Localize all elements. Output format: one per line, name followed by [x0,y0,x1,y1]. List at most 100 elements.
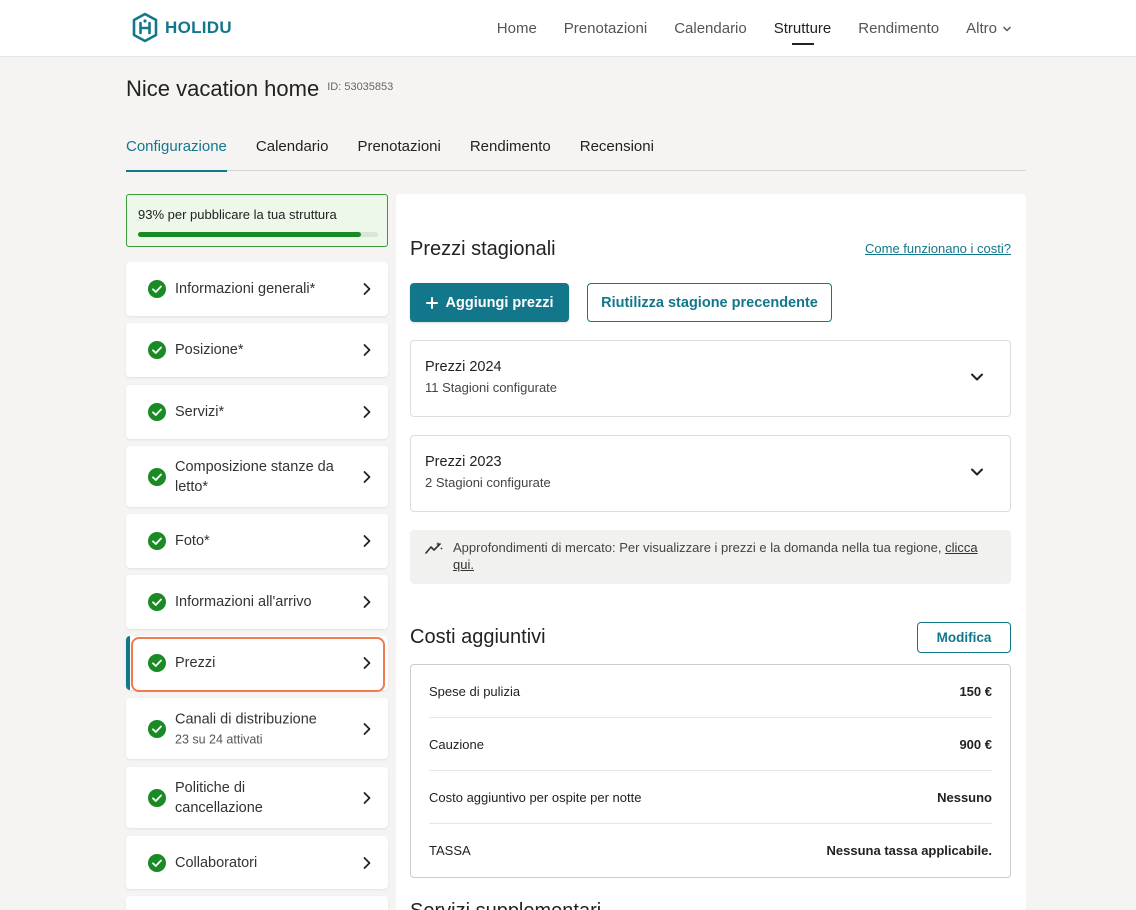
check-circle-icon [148,532,166,550]
button-label: Aggiungi prezzi [445,294,554,311]
property-title: Nice vacation home [126,76,320,101]
cost-label: Cauzione [429,736,484,752]
property-tabs: Configurazione Calendario Prenotazioni R… [126,136,1026,172]
season-card-2023[interactable]: Prezzi 2023 2 Stagioni configurate [410,435,1011,512]
sidebar-item-informazioni-generali[interactable]: Informazioni generali* [126,262,388,316]
season-subtitle: 11 Stagioni configurate [425,380,558,395]
check-circle-icon [148,853,166,872]
nav-prenotazioni[interactable]: Prenotazioni [564,0,647,57]
sidebar-item-collaboratori[interactable]: Collaboratori [126,836,388,889]
main-nav: Home Prenotazioni Calendario Strutture R… [497,0,1012,57]
cost-value: Nessuno [937,789,992,805]
sidebar-item-label: Prezzi [175,655,216,671]
tab-recensioni[interactable]: Recensioni [580,136,654,171]
progress-bar [138,232,378,237]
sidebar-item-servizi[interactable]: Servizi* [126,385,388,439]
top-navigation-bar: HOLIDU Home Prenotazioni Calendario Stru… [0,0,1136,57]
next-section-title: Servizi supplementari [410,900,601,910]
sidebar-item-prezzi[interactable]: Prezzi [126,636,388,690]
chevron-right-icon [363,722,371,735]
chevron-right-icon [363,283,371,295]
nav-rendimento[interactable]: Rendimento [858,0,939,57]
sidebar-item-label: Collaboratori [175,854,258,871]
sidebar-item-informazioni-arrivo[interactable]: Informazioni all'arrivo [126,575,388,629]
insight-message: Approfondimenti di mercato: Per visualiz… [453,540,946,555]
check-circle-icon [148,403,166,421]
seasonal-prices-title: Prezzi stagionali [410,238,556,260]
season-title: Prezzi 2024 [425,359,502,375]
nav-label: Rendimento [858,20,940,37]
cost-label: Spese di pulizia [429,683,521,699]
chevron-down-icon [1003,26,1011,31]
cost-value: Nessuna tassa applicabile. [826,843,992,858]
nav-calendario[interactable]: Calendario [674,0,747,57]
sidebar-item-foto[interactable]: Foto* [126,514,388,568]
reuse-previous-season-button[interactable]: Riutilizza stagione precendente [587,283,832,322]
property-id: ID: 53035853 [327,81,394,93]
nav-strutture[interactable]: Strutture [774,0,832,57]
chevron-down-icon [971,468,983,476]
progress-fill [138,232,362,237]
sidebar-item-title: Canali di distribuzione [175,711,317,727]
chevron-right-icon [363,406,371,418]
sidebar-item-politiche-cancellazione[interactable]: Politiche di cancellazione [126,767,388,828]
tab-rendimento[interactable]: Rendimento [470,136,551,171]
how-costs-work-link[interactable]: Come funzionano i costi? [865,241,1011,256]
sidebar-item-partial[interactable] [126,896,388,910]
cost-label: Costo aggiuntivo per ospite per notte [429,789,642,805]
table-row: Spese di pulizia 150 € [429,665,992,718]
chevron-down-icon [971,373,983,381]
check-circle-icon [148,593,166,611]
chevron-right-icon [363,344,371,356]
main-content-panel: Prezzi stagionali Come funzionano i cost… [396,194,1026,910]
sidebar-item-label: Foto* [175,533,210,549]
cost-value: 150 € [959,683,992,699]
sidebar-item-label: Composizione stanze da letto* [175,458,334,495]
season-subtitle: 2 Stagioni configurate [425,475,551,490]
sidebar-item-canali-distribuzione[interactable]: Canali di distribuzione 23 su 24 attivat… [126,698,388,759]
nav-label: Strutture [773,20,832,37]
season-card-2024[interactable]: Prezzi 2024 11 Stagioni configurate [410,340,1011,417]
trend-sparkle-icon [425,542,443,554]
cost-value: 900 € [959,736,992,752]
check-circle-icon [148,788,166,807]
nav-label: Calendario [674,20,747,37]
tab-prenotazioni[interactable]: Prenotazioni [357,136,440,171]
chevron-right-icon [363,657,371,669]
sidebar-item-label: Informazioni generali* [175,281,316,297]
season-title: Prezzi 2023 [425,454,502,470]
nav-label: Altro [966,20,997,37]
check-circle-icon [148,467,166,486]
sidebar-item-label: Servizi* [175,404,225,420]
chevron-right-icon [363,470,371,483]
nav-home[interactable]: Home [497,0,537,57]
holidu-logo[interactable]: HOLIDU [131,12,232,43]
chevron-right-icon [363,791,371,804]
cost-label: TASSA [429,843,471,858]
market-insight-banner: Approfondimenti di mercato: Per visualiz… [410,530,1011,584]
sidebar-item-composizione-stanze[interactable]: Composizione stanze da letto* [126,446,388,507]
nav-label: Prenotazioni [563,20,648,37]
tab-configurazione[interactable]: Configurazione [126,136,227,172]
progress-text: 93% per pubblicare la tua struttura [138,207,337,222]
publish-progress-card: 93% per pubblicare la tua struttura [126,194,388,247]
check-circle-icon [148,719,166,738]
check-circle-icon [148,341,166,359]
sidebar-item-posizione[interactable]: Posizione* [126,323,388,377]
check-circle-icon [148,654,166,672]
table-row: Cauzione 900 € [429,718,992,771]
check-circle-icon [148,280,166,298]
tab-calendario[interactable]: Calendario [256,136,329,171]
chevron-right-icon [363,856,371,869]
extra-costs-table: Spese di pulizia 150 € Cauzione 900 € Co… [410,664,1011,878]
edit-costs-button[interactable]: Modifica [917,622,1011,653]
add-prices-button[interactable]: Aggiungi prezzi [410,283,569,322]
nav-altro-dropdown[interactable]: Altro [966,0,1012,57]
insight-text: Approfondimenti di mercato: Per visualiz… [453,539,998,573]
chevron-right-icon [363,535,371,547]
sidebar-item-label: Informazioni all'arrivo [175,594,312,610]
table-row: Costo aggiuntivo per ospite per notte Ne… [429,771,992,824]
extra-costs-title: Costi aggiuntivi [410,626,546,648]
chevron-right-icon [363,596,371,608]
plus-icon [425,296,438,309]
